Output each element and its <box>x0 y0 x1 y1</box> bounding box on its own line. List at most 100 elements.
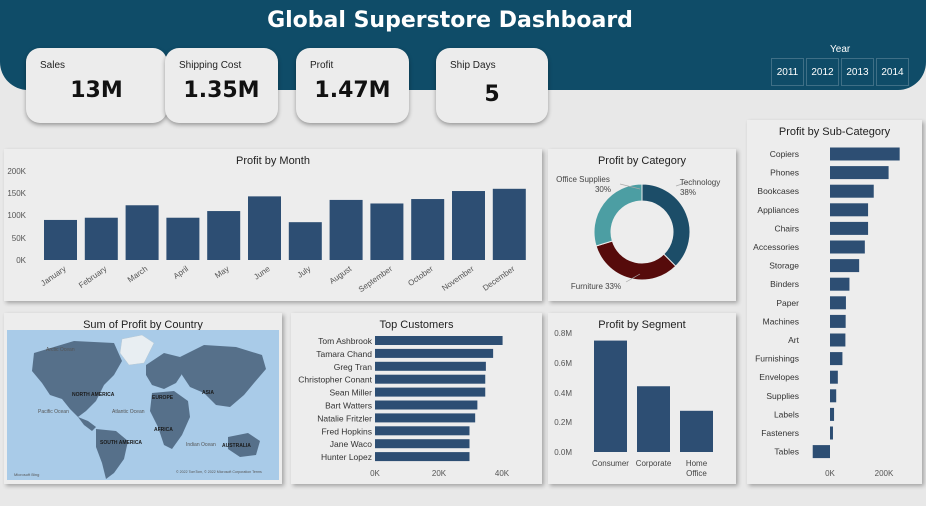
customer-label: Tom Ashbrook <box>318 336 373 346</box>
customer-bar[interactable] <box>375 426 470 436</box>
profit-by-segment-chart: 0.8M 0.6M 0.4M 0.2M 0.0M Consumer Corpora… <box>554 329 713 478</box>
kpi-shipping-label: Shipping Cost <box>179 60 242 71</box>
subcategory-label: Storage <box>769 261 799 271</box>
map-label-south-america: SOUTH AMERICA <box>100 440 142 446</box>
page-title: Global Superstore Dashboard <box>267 8 633 33</box>
customer-label: Tamara Chand <box>316 349 372 359</box>
segment-bar[interactable] <box>637 386 670 452</box>
month-bar[interactable] <box>492 188 526 260</box>
subcategory-label: Binders <box>770 279 799 289</box>
map-label-australia: AUSTRALIA <box>222 443 251 449</box>
profit-by-segment-panel: Profit by Segment 0.8M 0.6M 0.4M 0.2M 0.… <box>548 313 736 484</box>
month-bar[interactable] <box>411 199 445 260</box>
customer-bar[interactable] <box>375 439 470 449</box>
month-bar[interactable] <box>125 205 159 260</box>
month-bar[interactable] <box>329 199 363 260</box>
month-bar[interactable] <box>248 196 281 260</box>
month-label: August <box>328 264 354 286</box>
y-tick-label: 0.8M <box>554 329 572 338</box>
subcategory-label: Chairs <box>774 223 799 233</box>
month-bar[interactable] <box>44 219 77 260</box>
kpi-profit-value: 1.47M <box>314 78 391 103</box>
office-supplies-label: Office Supplies <box>556 175 610 184</box>
subcategory-bar[interactable] <box>830 184 874 198</box>
subcategory-label: Copiers <box>770 149 799 159</box>
year-button-2013[interactable]: 2013 <box>841 58 874 86</box>
map-label-north-america: NORTH AMERICA <box>72 392 115 398</box>
subcategory-bar[interactable] <box>830 203 869 217</box>
subcategory-bar[interactable] <box>830 296 846 310</box>
month-bar[interactable] <box>207 211 241 260</box>
subcategory-bar[interactable] <box>830 426 833 440</box>
customer-label: Hunter Lopez <box>321 452 372 462</box>
profit-by-subcategory-chart: Copiers Phones Bookcases Appliances Chairs Ac… <box>753 147 900 478</box>
month-label: December <box>481 264 517 293</box>
customer-bar[interactable] <box>375 387 486 397</box>
customer-bar[interactable] <box>375 374 486 384</box>
subcategory-label: Furnishings <box>755 354 799 364</box>
subcategory-bar[interactable] <box>830 407 835 421</box>
month-label: June <box>252 264 272 282</box>
category-slice[interactable] <box>595 240 677 281</box>
profit-by-month-chart: 200K 150K 100K 50K 0K January February Mar… <box>7 167 526 294</box>
customer-label: Fred Hopkins <box>321 426 372 436</box>
y-tick-label: 50K <box>12 234 27 243</box>
customer-label: Natalie Fritzler <box>317 413 372 423</box>
month-label: April <box>172 264 190 281</box>
month-label: March <box>126 264 149 284</box>
customer-bar[interactable] <box>375 348 494 358</box>
segment-bar[interactable] <box>680 410 713 452</box>
customer-bar[interactable] <box>375 413 476 423</box>
subcategory-bar[interactable] <box>830 277 850 291</box>
subcategory-bar[interactable] <box>830 147 900 161</box>
month-label: October <box>406 264 435 288</box>
month-bar[interactable] <box>288 222 322 260</box>
subcategory-bar[interactable] <box>830 389 837 403</box>
subcategory-bar[interactable] <box>830 240 865 254</box>
subcategory-bar[interactable] <box>830 259 860 273</box>
segment-label: Consumer <box>592 459 629 468</box>
segment-label: Office <box>686 469 707 478</box>
x-tick-label: 40K <box>495 469 510 478</box>
profit-by-category-donut: Office Supplies 30% Technology 38% Furni… <box>556 175 720 291</box>
kpi-sales-label: Sales <box>40 60 66 71</box>
top-customers-panel: Top Customers Tom Ashbrook Tamara Chand Gr… <box>291 313 542 484</box>
customer-label: Bart Watters <box>325 401 372 411</box>
subcategory-bar[interactable] <box>830 166 889 180</box>
y-tick-label: 150K <box>7 189 26 198</box>
subcategory-label: Phones <box>770 168 799 178</box>
subcategory-bar[interactable] <box>812 445 830 459</box>
customer-bar[interactable] <box>375 336 503 345</box>
profit-by-month-panel: Profit by Month 200K 150K 100K 50K 0K Ja… <box>4 149 542 301</box>
y-tick-label: 0.6M <box>554 359 572 368</box>
subcategory-bar[interactable] <box>830 333 846 347</box>
segment-label: Home <box>686 459 708 468</box>
subcategory-label: Supplies <box>766 391 799 401</box>
furniture-label: Furniture 33% <box>571 282 621 291</box>
kpi-sales-card: Sales 13M <box>26 48 167 123</box>
profit-by-country-panel: Sum of Profit by Country Arctic Ocean NO… <box>4 313 282 484</box>
year-button-2011[interactable]: 2011 <box>771 58 804 86</box>
month-bar[interactable] <box>452 191 485 260</box>
month-bar[interactable] <box>166 217 200 260</box>
top-customers-chart: Tom Ashbrook Tamara Chand Greg Tran Christo… <box>298 336 510 478</box>
customer-bar[interactable] <box>375 361 486 371</box>
subcategory-label: Appliances <box>757 205 799 215</box>
subcategory-bar[interactable] <box>830 370 838 384</box>
subcategory-bar[interactable] <box>830 221 869 235</box>
y-tick-label: 0.2M <box>554 418 572 427</box>
year-button-2014[interactable]: 2014 <box>876 58 909 86</box>
subcategory-bar[interactable] <box>830 352 843 366</box>
kpi-sales-value: 13M <box>70 78 123 103</box>
segment-bar[interactable] <box>594 340 627 452</box>
customer-bar[interactable] <box>375 452 470 462</box>
month-bar[interactable] <box>84 217 118 260</box>
month-bar[interactable] <box>370 203 404 260</box>
customer-bar[interactable] <box>375 400 478 410</box>
subcategory-bar[interactable] <box>830 314 846 328</box>
map-label-asia: ASIA <box>202 390 214 396</box>
year-button-2012[interactable]: 2012 <box>806 58 839 86</box>
world-map[interactable]: Arctic Ocean NORTH AMERICA EUROPE ASIA A… <box>4 313 282 484</box>
month-label: May <box>213 264 231 280</box>
office-supplies-pct: 30% <box>595 185 611 194</box>
